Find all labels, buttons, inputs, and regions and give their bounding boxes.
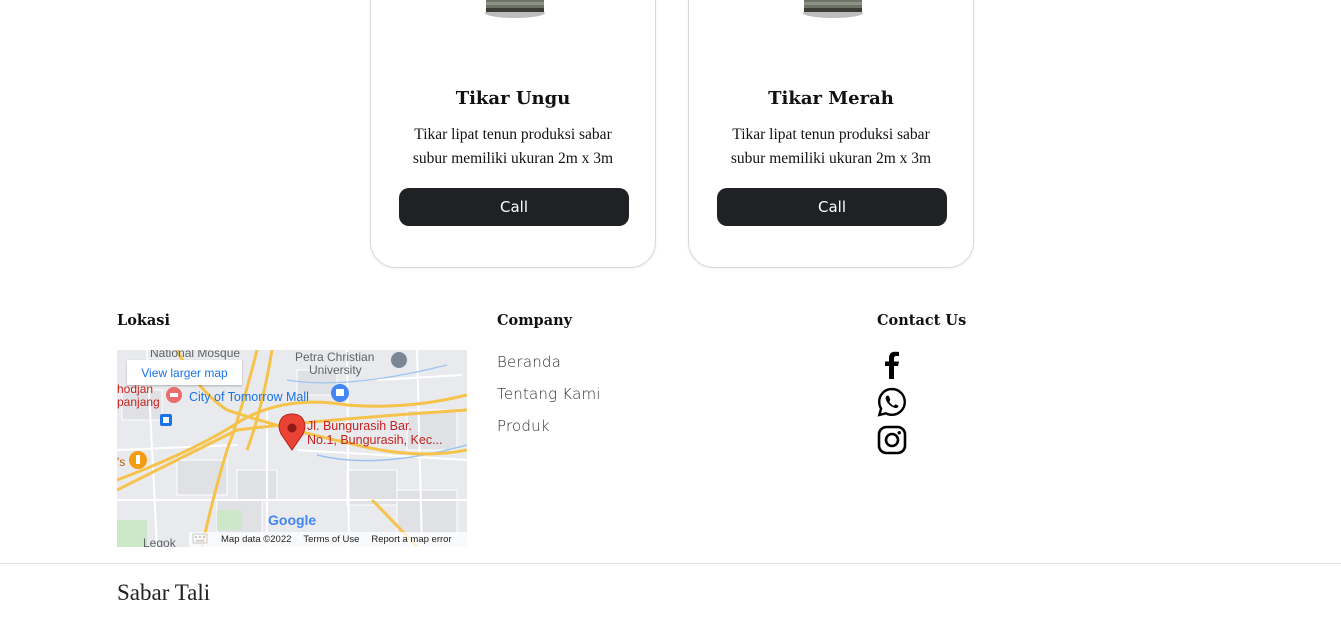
map-label-restaurant: 's bbox=[117, 455, 126, 469]
product-title: Tikar Ungu bbox=[455, 88, 571, 109]
product-image bbox=[803, 0, 863, 18]
whatsapp-icon[interactable] bbox=[877, 387, 907, 417]
report-map-error-link[interactable]: Report a map error bbox=[371, 534, 451, 545]
map-pin-address-line-1: Jl. Bungurasih Bar. bbox=[307, 419, 412, 433]
footer-link-tentang-kami[interactable]: Tentang Kami bbox=[497, 385, 601, 403]
call-button[interactable]: Call bbox=[399, 188, 629, 226]
footer-link-produk[interactable]: Produk bbox=[497, 417, 550, 435]
product-image bbox=[485, 0, 545, 18]
contact-heading: Contact Us bbox=[877, 312, 967, 329]
product-card: Tikar Ungu Tikar lipat tenun produksi sa… bbox=[370, 0, 656, 268]
map-attribution-bar: Map data ©2022 Terms of Use Report a map… bbox=[189, 532, 467, 547]
instagram-icon[interactable] bbox=[877, 425, 907, 455]
map-pin-address-line-2: No.1, Bungurasih, Kec... bbox=[307, 433, 443, 447]
footer-divider bbox=[0, 563, 1341, 564]
map-label-university: University bbox=[309, 363, 362, 377]
location-heading: Lokasi bbox=[117, 312, 170, 329]
company-heading: Company bbox=[497, 312, 573, 329]
google-logo: Google bbox=[268, 512, 317, 528]
brand-name: Sabar Tali bbox=[117, 580, 211, 605]
map-label-hospital-2: panjang bbox=[117, 395, 160, 409]
footer-link-beranda[interactable]: Beranda bbox=[497, 353, 561, 371]
product-description: Tikar lipat tenun produksi sabar subur m… bbox=[730, 126, 932, 167]
product-description: Tikar lipat tenun produksi sabar subur m… bbox=[412, 126, 614, 167]
product-card: Tikar Merah Tikar lipat tenun produksi s… bbox=[688, 0, 974, 268]
facebook-icon[interactable] bbox=[877, 349, 907, 379]
location-map[interactable]: National Mosque Petra Christian Universi… bbox=[117, 350, 467, 547]
call-button[interactable]: Call bbox=[717, 188, 947, 226]
map-label-mall: City of Tomorrow Mall bbox=[189, 390, 309, 404]
view-larger-map-link[interactable]: View larger map bbox=[127, 360, 242, 385]
map-data-label: Map data ©2022 bbox=[221, 534, 292, 545]
terms-of-use-link[interactable]: Terms of Use bbox=[303, 534, 359, 545]
product-title: Tikar Merah bbox=[768, 88, 894, 109]
map-label-church: Petra Christian bbox=[295, 350, 375, 364]
map-label-mosque: National Mosque bbox=[150, 350, 241, 360]
map-label-district: Legok bbox=[143, 536, 176, 547]
